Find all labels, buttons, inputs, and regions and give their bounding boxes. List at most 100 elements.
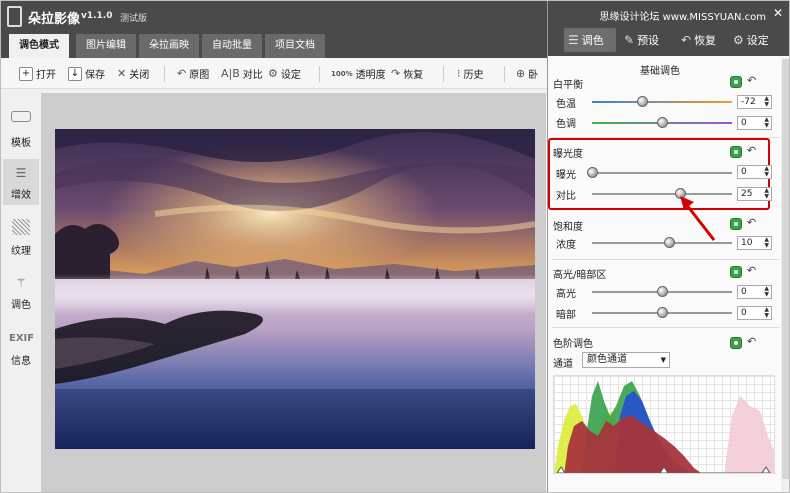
close-icon[interactable]: ✕ [773, 6, 783, 20]
spinner-icon[interactable]: ▲ ▼ [764, 286, 769, 298]
density-slider[interactable] [592, 237, 732, 248]
sidebar-item-info[interactable]: EXIF 信息 [3, 325, 39, 371]
temp-slider[interactable] [592, 96, 732, 107]
tab-auto-batch[interactable]: 自动批量 [202, 34, 262, 58]
exposure-label: 曝光 [556, 170, 576, 181]
levels-title: 色阶调色 [553, 339, 593, 350]
restore-icon: ↶ [681, 33, 692, 47]
app-window: 朵拉影像 v1.1.0 测试版 调色模式 图片编辑 朵拉画映 自动批量 项目文档… [0, 0, 790, 493]
chevron-down-icon: ▼ [660, 356, 666, 364]
undo-icon[interactable]: ↶ [747, 216, 756, 229]
photo-preview [55, 129, 535, 449]
opacity-button[interactable]: 100% 透明度 [331, 66, 386, 82]
tab-image-edit[interactable]: 图片编辑 [76, 34, 136, 58]
shadow-slider-knob[interactable] [657, 307, 668, 318]
red-arrow-annotation [680, 196, 716, 241]
channel-select[interactable]: 颜色通道 ▼ [582, 352, 670, 368]
spinner-icon[interactable]: ▲ ▼ [764, 188, 769, 200]
exposure-toggle[interactable] [730, 146, 742, 158]
tab-adjust[interactable]: ☰ 调色 [564, 28, 616, 52]
image-canvas[interactable] [41, 93, 546, 492]
spinner-icon[interactable]: ▲ ▼ [764, 117, 769, 129]
brush-icon: ✎ [624, 33, 635, 47]
histogram [553, 375, 775, 474]
undo-icon[interactable]: ↶ [747, 264, 756, 277]
levels-toggle[interactable] [730, 337, 742, 349]
close-button[interactable]: ✕ 关闭 [117, 66, 149, 81]
tab-settings[interactable]: ⚙ 设定 [733, 28, 769, 52]
restore-icon: ↷ [391, 67, 401, 80]
tab-restore[interactable]: ↶ 恢复 [681, 28, 716, 52]
section-divider [552, 327, 780, 328]
sidebar-item-effects[interactable]: ☰ 增效 [3, 159, 39, 205]
sidebar-item-color[interactable]: ⚚ 调色 [3, 269, 39, 315]
undo-icon[interactable]: ↶ [747, 335, 756, 348]
tint-input[interactable]: 0 ▲ ▼ [737, 116, 772, 130]
white-balance-toggle[interactable] [730, 76, 742, 88]
history-button[interactable]: ⁝ 历史 [457, 66, 484, 81]
exposure-slider-knob[interactable] [587, 167, 598, 178]
panel-scrollbar[interactable] [781, 57, 789, 492]
saturation-toggle[interactable] [730, 218, 742, 230]
contrast-label: 对比 [556, 191, 576, 202]
undo-icon[interactable]: ↶ [747, 74, 756, 87]
compare-button[interactable]: A|B 对比 [221, 66, 263, 81]
plus-icon: + [19, 66, 33, 81]
logo-icon [7, 6, 22, 27]
template-icon [9, 111, 33, 131]
adjustment-panel: 思缘设计论坛 www.MISSYUAN.com ✕ ☰ 调色 ✎ 预设 ↶ 恢复 ⚙ 设… [547, 1, 789, 492]
spinner-icon[interactable]: ▲ ▼ [764, 307, 769, 319]
highlight-slider[interactable] [592, 286, 732, 297]
shadow-slider[interactable] [592, 307, 732, 318]
tab-presets[interactable]: ✎ 预设 [624, 28, 659, 52]
tint-slider[interactable] [592, 117, 732, 128]
temp-slider-knob[interactable] [637, 96, 649, 107]
tab-color-mode[interactable]: 调色模式 [9, 34, 69, 58]
section-divider [552, 259, 780, 260]
left-sidebar: 模板 ☰ 增效 纹理 ⚚ 调色 EXIF 信息 [1, 89, 41, 492]
history-icon: ⁝ [457, 67, 461, 80]
app-version: v1.1.0 [81, 11, 113, 21]
more-button[interactable]: ⊕ 卧 [516, 66, 538, 81]
spinner-icon[interactable]: ▲ ▼ [764, 96, 769, 108]
contrast-input[interactable]: 25 ▲ ▼ [737, 187, 772, 201]
highlight-input[interactable]: 0 ▲ ▼ [737, 285, 772, 299]
tab-project-docs[interactable]: 项目文档 [265, 34, 325, 58]
density-input[interactable]: 10 ▲ ▼ [737, 236, 772, 250]
toolbar-divider [164, 66, 165, 82]
original-button[interactable]: ↶ 原图 [177, 66, 209, 81]
gear-icon: ⚙ [733, 33, 744, 47]
highlights-toggle[interactable] [730, 266, 742, 278]
white-balance-title: 白平衡 [553, 80, 583, 91]
tab-dora-frames[interactable]: 朵拉画映 [139, 34, 199, 58]
sidebar-item-templates[interactable]: 模板 [3, 107, 39, 153]
exposure-slider[interactable] [587, 167, 732, 178]
undo-icon[interactable]: ↶ [747, 144, 756, 157]
open-button[interactable]: + 打开 [19, 66, 56, 81]
save-button[interactable]: ↓ 保存 [68, 66, 105, 81]
shadow-input[interactable]: 0 ▲ ▼ [737, 306, 772, 320]
app-edition: 测试版 [120, 14, 148, 24]
texture-icon [9, 219, 33, 239]
highlight-slider-knob[interactable] [657, 286, 668, 297]
down-arrow-icon: ↓ [68, 66, 82, 81]
spinner-icon[interactable]: ▲ ▼ [764, 166, 769, 178]
mode-tabs: 调色模式 图片编辑 朵拉画映 自动批量 项目文档 [1, 32, 549, 58]
sidebar-item-texture[interactable]: 纹理 [3, 215, 39, 261]
app-title: 朵拉影像 [28, 12, 81, 27]
scrollbar-thumb[interactable] [782, 59, 789, 479]
sliders-icon: ☰ [568, 33, 579, 47]
exposure-title: 曝光度 [553, 149, 583, 160]
sidebar-item-label: 信息 [11, 356, 31, 367]
spinner-icon[interactable]: ▲ ▼ [764, 237, 769, 249]
highlight-label: 高光 [556, 289, 576, 300]
close-icon: ✕ [117, 67, 127, 80]
temp-input[interactable]: -72 ▲ ▼ [737, 95, 772, 109]
tint-slider-knob[interactable] [657, 117, 668, 128]
sidebar-item-label: 模板 [11, 138, 31, 149]
restore-button[interactable]: ↷ 恢复 [391, 66, 423, 81]
settings-button[interactable]: ⚙ 设定 [268, 66, 301, 81]
highlights-title: 高光/暗部区 [553, 270, 607, 281]
exposure-input[interactable]: 0 ▲ ▼ [737, 165, 772, 179]
density-slider-knob[interactable] [664, 237, 675, 248]
